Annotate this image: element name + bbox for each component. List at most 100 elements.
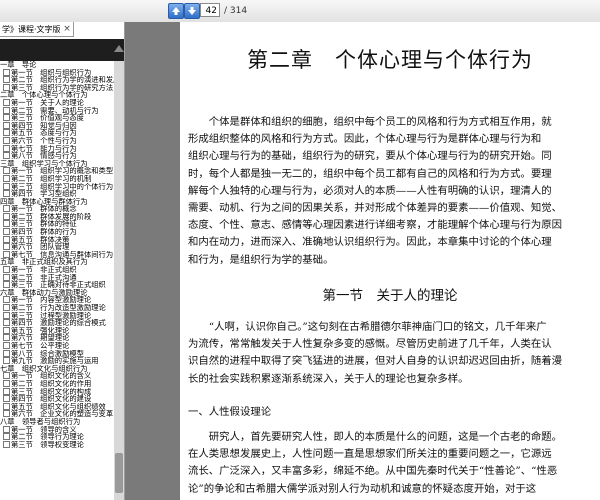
toc-item[interactable]: 第三节 组织学习中的个体行为 <box>0 182 114 191</box>
toc-item[interactable]: 第二节 组织文化的作用 <box>0 379 114 388</box>
chapter-title: 第二章 个体心理与个体行为 <box>247 48 533 72</box>
toc-item[interactable]: 第一节 组织学习的概念和类型 <box>0 167 114 175</box>
toc-item-label: 第六节 团队管理 <box>11 243 70 251</box>
toc-item[interactable]: 第三节 正确对待非正式组织 <box>0 281 114 289</box>
toc-entry-icon <box>3 235 10 243</box>
toolbar: 42 / 314 <box>0 0 600 23</box>
arrow-down-icon <box>188 7 196 15</box>
text-line: 解每个人独特的心理与行为，必须对人的本质——人性有明确的认识，理清人的 <box>188 184 552 197</box>
document-area: 第二章 个体心理与个体行为 个体是群体和组织的细胞，组织中每个员工的风格和行为方… <box>125 22 600 500</box>
toc-item[interactable]: 七章 组织文化与组织行为 <box>0 365 114 373</box>
toc-item-label: 第一节 内容型激励理论 <box>11 296 92 304</box>
toc-item[interactable]: 第一节 组织文化的含义 <box>0 372 114 380</box>
intro-paragraph: 个体是群体和组织的细胞，组织中每个员工的风格和行为方式相互作用，就 形成组织整体的… <box>188 114 592 269</box>
toc-entry-icon <box>3 114 10 122</box>
toc-item[interactable]: 第二节 组织学习的机制 <box>0 174 114 183</box>
table-of-contents: 一章 导论 第一节 组织与组织行为 第二节 组织行为学的演进和发展 第三节 组织行为学… <box>0 61 114 500</box>
toc-item[interactable]: 第三节 价值观与态度 <box>0 114 114 122</box>
toc-item[interactable]: 第六节 个性与行为 <box>0 136 114 145</box>
toc-item[interactable]: 第七节 公平理论 <box>0 341 114 350</box>
toc-entry-icon <box>3 304 10 311</box>
toc-item[interactable]: 第四节 学习型组织 <box>0 190 114 198</box>
toc-entry-icon <box>3 357 10 365</box>
toc-item[interactable]: 第五节 强化理论 <box>0 326 114 335</box>
toc-item-label: 四章 群体心理与群体行为 <box>0 197 88 206</box>
text-line: 时，每个人都是独一无二的，组织中每个员工都有自己的风格和行为方式。要理 <box>188 167 552 180</box>
toc-item[interactable]: 第六节 团队管理 <box>0 243 114 251</box>
toc-item-label: 五章 非正式组织及其行为 <box>0 258 88 267</box>
next-page-button[interactable] <box>184 3 200 19</box>
toc-item[interactable]: 第一节 非正式组织 <box>0 266 114 274</box>
toc-item[interactable]: 第一节 关于人的理论 <box>0 98 114 107</box>
toc-item[interactable]: 二章 个体心理与个体行为 <box>0 91 114 99</box>
page-number-input[interactable]: 42 <box>200 3 220 17</box>
bookmarks-panel: 学》课程·文字版 × 一章 导论 第一节 组织与组织行为 第二节 组织行为学的演进和… <box>0 22 125 500</box>
text-line: 和内在动力，进而深入、准确地认识组织行为。因此，本章集中讨论的个体心理 <box>188 236 552 249</box>
toc-item[interactable]: 第二节 非正式沟通 <box>0 273 114 282</box>
text-line: 组织心理与行为的基础，组织行为的研究，要从个体心理与行为的研究开始。同 <box>188 150 552 163</box>
toc-item-label: 第二节 领导行为理论 <box>11 433 84 441</box>
sub-heading: 一、人性假设理论 <box>188 406 272 418</box>
toc-item[interactable]: 第七节 能力与行为 <box>0 144 114 153</box>
toc-item[interactable]: 第七节 信息沟通与群体间行为 <box>0 250 114 259</box>
previous-page-button[interactable] <box>168 3 184 19</box>
toc-entry-icon <box>3 402 10 410</box>
toc-entry-icon <box>3 341 10 349</box>
close-icon[interactable]: × <box>62 22 72 37</box>
scrollbar-thumb[interactable] <box>115 453 123 493</box>
toc-item-label: 第四节 激励理论的综合模式 <box>11 319 106 327</box>
collapse-triangle-icon[interactable] <box>114 45 124 52</box>
toc-entry-icon <box>3 205 10 213</box>
toc-item[interactable]: 第八节 综合激励模型 <box>0 349 114 358</box>
toc-item[interactable]: 第二节 群体发展的阶段 <box>0 212 114 221</box>
toc-item[interactable]: 六章 群体动力与激励理论 <box>0 289 114 297</box>
toc-item-label: 第七节 能力与行为 <box>11 144 77 153</box>
toc-item[interactable]: 第一节 内容型激励理论 <box>0 296 114 304</box>
toc-item[interactable]: 第三节 过程型激励理论 <box>0 311 114 320</box>
toc-item[interactable]: 第六节 期望理论 <box>0 334 114 342</box>
toc-item[interactable]: 第二节 领导行为理论 <box>0 433 114 441</box>
toc-entry-icon <box>3 319 10 327</box>
toc-entry-icon <box>3 167 10 175</box>
toc-item[interactable]: 第三节 组织行为学的研究方法 <box>0 83 114 92</box>
toc-item-label: 第三节 组织文化的构成 <box>11 387 92 396</box>
toc-item-label: 第七节 信息沟通与群体间行为 <box>11 250 114 259</box>
text-line: 识自然的进程中取得了突飞猛进的进展，但对人自身的认识却迟迟回由折，随着漫 <box>188 355 563 368</box>
toc-item[interactable]: 第五节 态度与行为 <box>0 129 114 137</box>
panel-tab-title: 学》课程·文字版 <box>2 25 61 34</box>
toc-item[interactable]: 第四节 激励理论的综合模式 <box>0 319 114 327</box>
toc-item[interactable]: 第四节 组织文化的建设 <box>0 395 114 403</box>
toc-item[interactable]: 一章 导论 <box>0 61 114 69</box>
toc-item[interactable]: 第五节 群体决策 <box>0 235 114 244</box>
toc-item[interactable]: 第三节 领导权变理论 <box>0 440 114 449</box>
toc-item-label: 第五节 群体决策 <box>11 235 70 244</box>
toc-item[interactable]: 第八节 情感与行为 <box>0 152 114 160</box>
toc-item-label: 第二节 非正式沟通 <box>11 273 77 282</box>
toc-item[interactable]: 八章 领导者与组织行为 <box>0 418 114 426</box>
toc-item[interactable]: 三章 组织学习与个体行为 <box>0 160 114 168</box>
document-page: 第二章 个体心理与个体行为 个体是群体和组织的细胞，组织中每个员工的风格和行为方… <box>180 22 600 500</box>
toc-item[interactable]: 第九节 激励的实施与运用 <box>0 357 114 365</box>
toc-item[interactable]: 第一节 群体的概念 <box>0 205 114 213</box>
toc-item[interactable]: 四章 群体心理与群体行为 <box>0 198 114 206</box>
toc-item[interactable]: 第二节 行为改造型激励理论 <box>0 304 114 312</box>
toc-item-label: 一章 导论 <box>0 61 37 69</box>
toc-item-label: 第三节 过程型激励理论 <box>11 311 92 320</box>
toc-item[interactable]: 五章 非正式组织及其行为 <box>0 258 114 266</box>
toc-item[interactable]: 第六节 企业文化的塑造与变革 <box>0 410 114 418</box>
toc-item[interactable]: 第三节 群体的特征 <box>0 220 114 228</box>
toc-entry-icon <box>3 311 10 319</box>
toc-item[interactable]: 第四节 知觉与归因 <box>0 121 114 130</box>
toc-item-label: 第一节 领导的含义 <box>11 425 77 434</box>
toc-item[interactable]: 第二节 需要、动机与行为 <box>0 106 114 115</box>
toc-item-label: 三章 组织学习与个体行为 <box>0 159 88 168</box>
toc-scrollbar[interactable] <box>114 61 124 500</box>
toc-item[interactable]: 第三节 组织文化的构成 <box>0 387 114 396</box>
toc-item[interactable]: 第一节 领导的含义 <box>0 425 114 434</box>
text-line: 研究人，首先要研究人性，即人的本质是什么的问题，这是一个古老的命题。 <box>188 431 563 443</box>
toc-item[interactable]: 第四节 群体的行为 <box>0 228 114 236</box>
toc-item[interactable]: 第一节 组织与组织行为 <box>0 68 114 77</box>
toc-item-label: 第三节 领导权变理论 <box>11 440 84 449</box>
toc-item[interactable]: 第二节 组织行为学的演进和发展 <box>0 76 114 84</box>
toc-item[interactable]: 第五节 组织文化与组织绩效 <box>0 402 114 411</box>
